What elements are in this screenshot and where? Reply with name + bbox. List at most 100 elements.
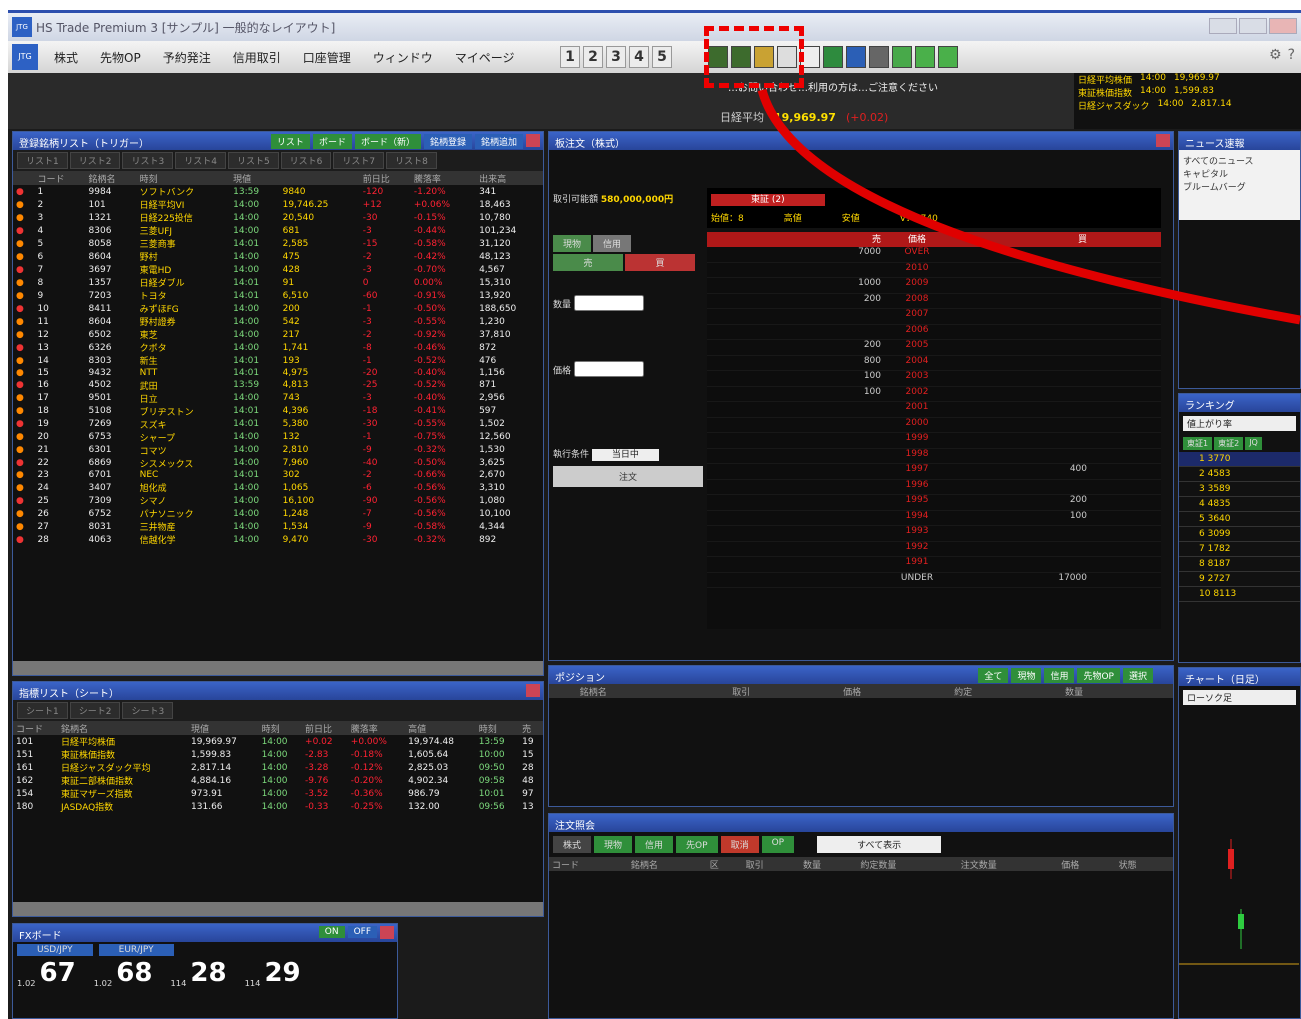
ranking-item[interactable]: 3 3589 [1179, 482, 1300, 497]
order-tab-margin[interactable]: 信用 [593, 235, 632, 252]
market-index-row[interactable]: 日経平均株価 14:00 19,969.97 [1074, 73, 1301, 86]
market-index-row[interactable]: 日経ジャスダック 14:00 2,817.14 [1074, 99, 1301, 112]
ladder-price[interactable]: 1992 [887, 542, 947, 557]
orders-filter-button[interactable]: 取消 [720, 836, 759, 853]
close-button[interactable] [1269, 18, 1297, 34]
column-header[interactable]: 騰落率 [347, 721, 406, 735]
watchlist-tab[interactable]: リスト3 [122, 152, 174, 169]
tool-grid-icon[interactable] [846, 46, 866, 68]
ladder-ask-qty[interactable]: 200 [707, 340, 887, 355]
column-header[interactable]: 時刻 [258, 721, 303, 735]
ladder-row[interactable]: 1996 [707, 480, 1161, 495]
news-item[interactable]: すべてのニュース [1183, 154, 1296, 167]
ladder-ask-qty[interactable] [707, 433, 887, 448]
ladder-row[interactable]: 1000 2009 [707, 278, 1161, 294]
ladder-row[interactable]: 2000 [707, 418, 1161, 433]
ladder-row[interactable]: 1995 200 [707, 495, 1161, 511]
chart-type-select[interactable]: ローソク足 [1183, 690, 1296, 705]
ladder-price[interactable]: 1996 [887, 480, 947, 495]
positions-filter-button[interactable]: 現物 [1011, 668, 1042, 683]
orders-filter-button[interactable]: 信用 [635, 836, 674, 853]
ladder-price[interactable]: 2000 [887, 418, 947, 433]
watchlist-tab[interactable]: リスト1 [17, 152, 68, 169]
ladder-bid-qty[interactable] [947, 263, 1087, 278]
ladder-bid-qty[interactable] [947, 294, 1087, 309]
column-header[interactable]: 約定 [951, 684, 1063, 698]
ladder-ask-qty[interactable]: 1000 [707, 278, 887, 293]
fx-usd-bid[interactable]: 67 [40, 958, 76, 988]
column-header[interactable]: コード [13, 721, 58, 735]
menu-reserve[interactable]: 予約発注 [163, 49, 211, 66]
sell-button[interactable]: 売 [553, 254, 623, 271]
ladder-price[interactable]: 2008 [887, 294, 947, 309]
watchlist-button[interactable]: ボード（新） [354, 134, 421, 149]
exec-select[interactable]: 当日中 [591, 449, 659, 461]
ranking-item[interactable]: 6 3099 [1179, 527, 1300, 542]
news-item[interactable]: キャピタル [1183, 167, 1296, 180]
price-input[interactable] [573, 361, 644, 377]
orders-filter-button[interactable]: 現物 [594, 836, 633, 853]
ranking-type-select[interactable]: 値上がり率 [1183, 416, 1296, 431]
ladder-ask-qty[interactable] [707, 495, 887, 510]
column-header[interactable] [13, 171, 35, 185]
watchlist-tab[interactable]: リスト8 [386, 152, 437, 169]
ladder-price[interactable]: 2005 [887, 340, 947, 355]
ladder-bid-qty[interactable] [947, 449, 1087, 464]
column-header[interactable]: 銘柄名 [627, 857, 707, 871]
help-icon[interactable]: ? [1288, 47, 1295, 63]
ladder-bid-qty[interactable] [947, 278, 1087, 293]
ladder-price[interactable]: 2007 [887, 309, 947, 324]
horizontal-scrollbar[interactable] [13, 902, 543, 916]
column-header[interactable]: 区 [706, 857, 743, 871]
ladder-bid-qty[interactable] [947, 309, 1087, 324]
menu-stock[interactable]: 株式 [54, 49, 78, 66]
column-header[interactable]: 騰落率 [410, 171, 477, 185]
table-row[interactable]: ● 3 1321 日経225投信 14:00 20,540 -30 -0.15% 10,780 [13, 211, 543, 225]
column-header[interactable]: 時刻 [136, 171, 231, 185]
ladder-bid-qty[interactable] [947, 418, 1087, 433]
column-header[interactable]: 注文数量 [957, 857, 1059, 871]
ladder-row[interactable]: 2001 [707, 402, 1161, 418]
column-header[interactable]: 取引 [729, 684, 841, 698]
watchlist-button[interactable]: 銘柄追加 [474, 134, 523, 149]
index-list-tab[interactable]: シート2 [69, 702, 121, 719]
ranking-item[interactable]: 2 4583 [1179, 467, 1300, 482]
column-header[interactable]: 銘柄名 [576, 684, 730, 698]
ladder-price[interactable]: 1997 [887, 464, 947, 479]
column-header[interactable]: 出来高 [476, 171, 543, 185]
table-row[interactable]: ● 18 5108 ブリヂストン 14:01 4,396 -18 -0.41% 597 [13, 405, 543, 418]
ladder-price[interactable]: 1995 [887, 495, 947, 510]
ladder-price[interactable]: 2006 [887, 325, 947, 340]
watchlist-tab[interactable]: リスト7 [333, 152, 385, 169]
market-index-row[interactable]: 東証株価指数 14:00 1,599.83 [1074, 86, 1301, 99]
ladder-row[interactable]: 1997 400 [707, 464, 1161, 480]
ladder-bid-qty[interactable] [947, 480, 1087, 495]
ladder-price[interactable]: 1991 [887, 557, 947, 572]
ladder-ask-qty[interactable] [707, 309, 887, 324]
table-row[interactable]: ● 4 8306 三菱UFJ 14:00 681 -3 -0.44% 101,234 [13, 224, 543, 238]
maximize-button[interactable] [1239, 18, 1267, 34]
table-row[interactable]: ● 12 6502 東芝 14:00 217 -2 -0.92% 37,810 [13, 328, 543, 342]
ladder-bid-qty[interactable] [947, 526, 1087, 541]
ladder-ask-qty[interactable] [707, 511, 887, 526]
fx-pair-eurjpy[interactable]: EUR/JPY [98, 944, 174, 956]
candlestick-chart[interactable] [1179, 709, 1299, 969]
ladder-bid-qty[interactable] [947, 371, 1087, 386]
table-row[interactable]: ● 16 4502 武田 13:59 4,813 -25 -0.52% 871 [13, 379, 543, 392]
positions-filter-button[interactable]: 全て [978, 668, 1009, 683]
layout-tab-3[interactable]: 3 [606, 46, 626, 68]
layout-tab-2[interactable]: 2 [583, 46, 603, 68]
ranking-item[interactable]: 9 2727 [1179, 572, 1300, 587]
ladder-price[interactable]: 1994 [887, 511, 947, 526]
ladder-ask-qty[interactable] [707, 418, 887, 433]
ladder-ask-qty[interactable] [707, 480, 887, 495]
ladder-ask-qty[interactable] [707, 542, 887, 557]
ladder-row[interactable]: 2010 [707, 263, 1161, 278]
fx-pair-usdjpy[interactable]: USD/JPY [17, 944, 93, 956]
table-row[interactable]: ● 20 6753 シャープ 14:00 132 -1 -0.75% 12,560 [13, 431, 543, 444]
close-icon[interactable] [526, 134, 540, 147]
table-row[interactable]: 162 東証二部株価指数 4,884.16 14:00 -9.76 -0.20% 4,902… [13, 774, 543, 788]
watchlist-button[interactable]: 銘柄登録 [423, 134, 472, 149]
table-row[interactable]: 101 日経平均株価 19,969.97 14:00 +0.02 +0.00% 19,974… [13, 735, 543, 749]
layout-tab-5[interactable]: 5 [652, 46, 672, 68]
